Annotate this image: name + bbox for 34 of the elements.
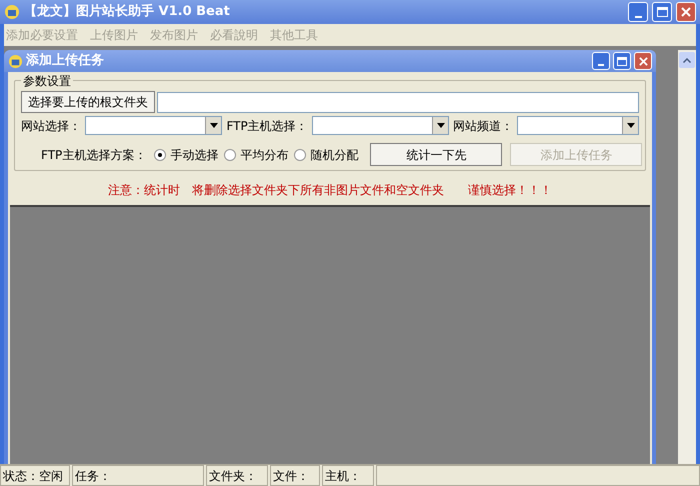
- scroll-up-button[interactable]: [679, 52, 695, 68]
- minimize-button[interactable]: [628, 2, 648, 22]
- radio-label: 随机分配: [310, 146, 358, 164]
- status-field: 文件夹：: [206, 465, 268, 486]
- close-button[interactable]: [676, 2, 696, 22]
- radio-label: 平均分布: [240, 146, 288, 164]
- select-label: 网站频道：: [453, 118, 514, 134]
- radio-label: 手动选择: [170, 146, 218, 164]
- action-button[interactable]: 统计一下先: [370, 143, 502, 166]
- radio-button[interactable]: [154, 148, 166, 160]
- scheme-label: FTP主机选择方案：: [41, 146, 146, 164]
- maximize-button[interactable]: [613, 52, 631, 70]
- minimize-button[interactable]: [592, 52, 610, 70]
- status-field: 任务：: [72, 465, 204, 486]
- app-icon: [4, 4, 20, 20]
- vertical-scrollbar[interactable]: [678, 50, 696, 464]
- close-icon: [638, 56, 648, 66]
- window-title: 【龙文】图片站长助手 V1.0 Beat: [24, 2, 231, 22]
- status-field: 主机：: [322, 465, 374, 486]
- warning-note: 注意：统计时 将删除选择文件夹下所有非图片文件和空文件夹 谨慎选择！！！: [108, 182, 552, 199]
- close-button[interactable]: [634, 52, 652, 70]
- status-field: 状态：空闲: [0, 465, 70, 486]
- child-window-title: 添加上传任务: [26, 52, 105, 70]
- folder-path-field[interactable]: [157, 92, 639, 112]
- close-icon: [681, 7, 691, 17]
- browse-folder-button[interactable]: 选择要上传的根文件夹: [21, 91, 155, 113]
- maximize-button[interactable]: [652, 2, 672, 22]
- radio-button[interactable]: [224, 148, 236, 160]
- radio-button[interactable]: [294, 148, 306, 160]
- select-label: FTP主机选择：: [226, 118, 308, 134]
- status-field: 文件：: [270, 465, 320, 486]
- group-title: 参数设置: [21, 72, 73, 90]
- app-icon: [8, 54, 23, 68]
- select-label: 网站选择：: [21, 118, 81, 134]
